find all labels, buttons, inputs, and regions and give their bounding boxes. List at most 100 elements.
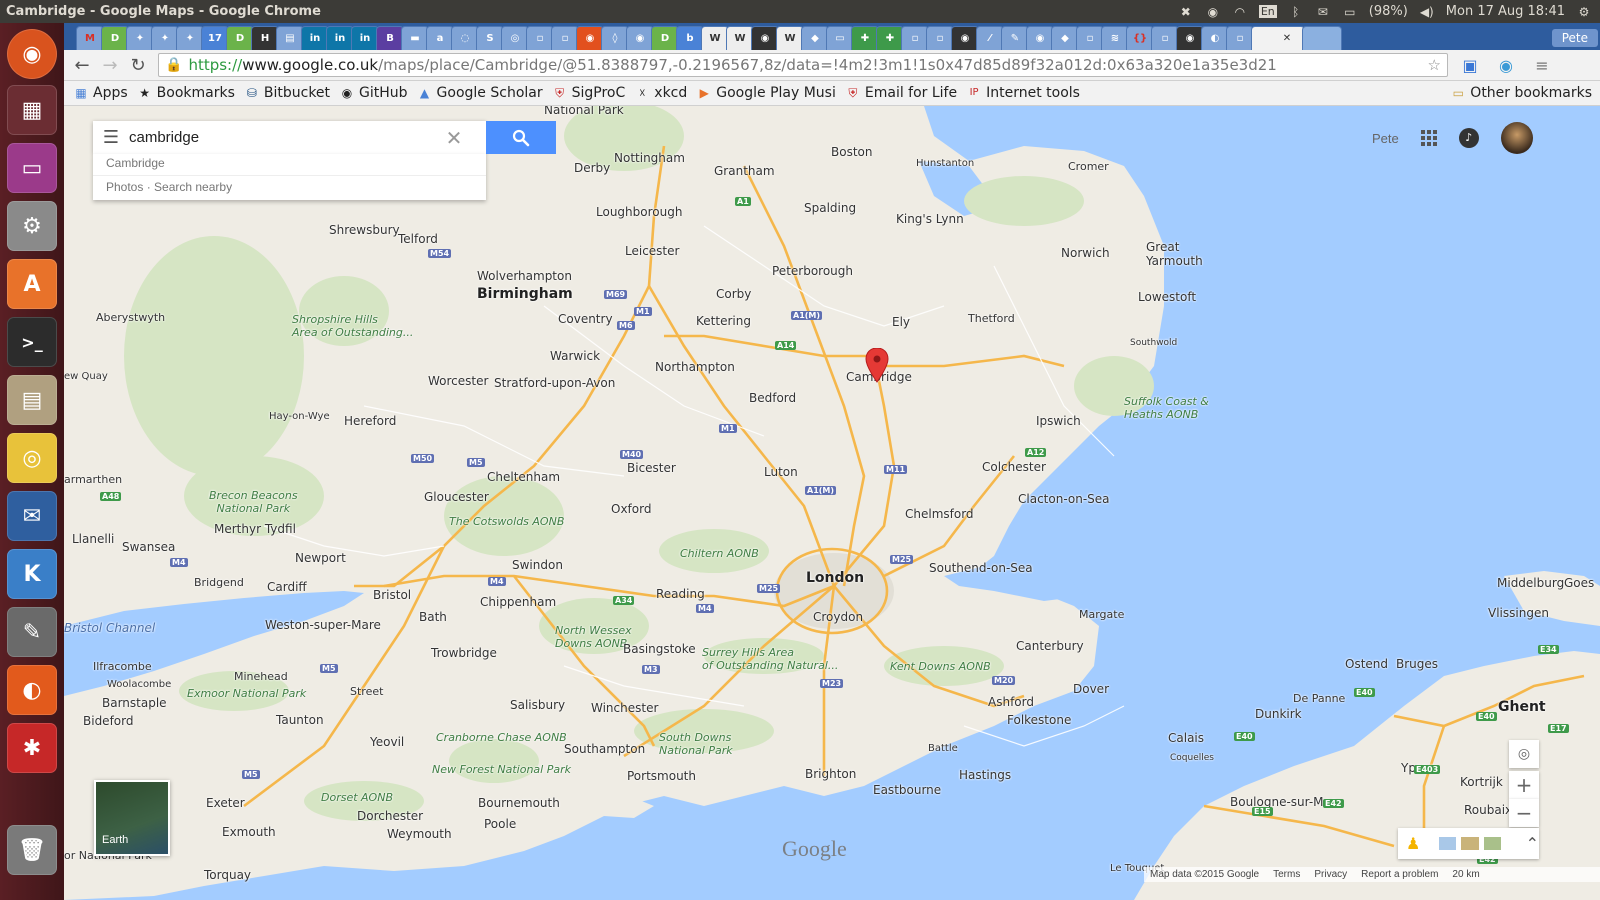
reload-icon[interactable]: ↻ (124, 51, 152, 79)
place-label[interactable]: King's Lynn (896, 212, 964, 226)
place-label[interactable]: Bideford (83, 714, 133, 728)
earth-view-toggle[interactable]: Earth (94, 780, 170, 856)
pinned-tab[interactable]: H (251, 26, 279, 50)
place-label[interactable]: Brighton (805, 767, 856, 781)
back-icon[interactable]: ← (68, 51, 96, 79)
place-label[interactable]: Loughborough (596, 205, 682, 219)
place-label[interactable]: Cranborne Chase AONB (436, 731, 567, 744)
thunderbird-icon[interactable]: ✉ (7, 491, 57, 541)
text-editor-icon[interactable]: ✎ (7, 607, 57, 657)
place-label[interactable]: Roubaix (1464, 803, 1512, 817)
place-label[interactable]: Winchester (591, 701, 658, 715)
place-label[interactable]: Ostend (1345, 657, 1388, 671)
place-label[interactable]: Warwick (550, 349, 600, 363)
place-label[interactable]: Weston-super-Mare (265, 618, 381, 632)
place-label[interactable]: North Wessex Downs AONB (555, 624, 632, 650)
place-label[interactable]: London (806, 570, 864, 586)
pinned-tab[interactable]: {} (1126, 26, 1154, 50)
place-label[interactable]: Cromer (1068, 160, 1109, 173)
place-label[interactable]: Birmingham (477, 286, 573, 302)
pinned-tab-amazon[interactable]: a (426, 26, 454, 50)
bookmark-bitbucket[interactable]: ⛁ Bitbucket (245, 85, 330, 101)
bookmark-folder[interactable]: ★ Bookmarks (138, 85, 235, 101)
pegman-icon[interactable]: ♟ (1406, 834, 1420, 853)
place-label[interactable]: Exmoor National Park (187, 687, 306, 700)
web-app-icon[interactable]: ✱ (7, 723, 57, 773)
place-label[interactable]: Chiltern AONB (680, 547, 759, 560)
place-label[interactable]: Southampton (564, 742, 645, 756)
bookmark-star-icon[interactable]: ☆ (1428, 56, 1441, 74)
place-label[interactable]: Lowestoft (1138, 290, 1196, 304)
address-bar[interactable]: 🔒 https:// www.google.co.uk /maps/place/… (158, 53, 1448, 77)
pinned-tab[interactable]: ▤ (276, 26, 304, 50)
place-label[interactable]: Leicester (625, 244, 679, 258)
pinned-tab[interactable]: B (376, 26, 404, 50)
system-settings-icon[interactable]: ⚙ (7, 201, 57, 251)
place-label[interactable]: Gloucester (424, 490, 489, 504)
pinned-tab[interactable]: ◐ (1201, 26, 1229, 50)
place-label[interactable]: Croydon (813, 610, 863, 624)
place-label[interactable]: Aberystwyth (96, 311, 165, 324)
place-label[interactable]: National Park (544, 106, 624, 117)
place-label[interactable]: Chippenham (480, 595, 556, 609)
pinned-tab[interactable]: D (651, 26, 679, 50)
pinned-tab[interactable]: ◉ (626, 26, 654, 50)
place-label[interactable]: Basingstoke (623, 642, 696, 656)
pinned-tab[interactable]: ▫ (526, 26, 554, 50)
other-bookmarks-folder[interactable]: ▭ Other bookmarks (1451, 85, 1592, 101)
place-label[interactable]: Woolacombe (107, 679, 171, 690)
place-label[interactable]: Brecon Beacons National Park (209, 489, 298, 515)
place-label[interactable]: Margate (1079, 608, 1124, 621)
place-label[interactable]: Oxford (611, 502, 651, 516)
place-label[interactable]: Dover (1073, 682, 1109, 696)
place-label[interactable]: Bicester (627, 461, 676, 475)
map-canvas[interactable]: National Park Nottingham Derby Grantham … (64, 106, 1600, 900)
place-label[interactable]: Ely (892, 315, 910, 329)
place-label[interactable]: The Cotswolds AONB (449, 515, 564, 528)
pinned-tab[interactable]: ◉ (576, 26, 604, 50)
place-label[interactable]: Derby (574, 161, 610, 175)
place-label[interactable]: Northampton (655, 360, 735, 374)
bookmark-github[interactable]: ◉ GitHub (340, 85, 408, 101)
extension-icon[interactable]: ▣ (1456, 53, 1484, 77)
files-icon[interactable]: ▭ (7, 143, 57, 193)
place-label[interactable]: Weymouth (387, 827, 452, 841)
volume-icon[interactable]: ◀) (1419, 5, 1435, 19)
mail-icon[interactable]: ✉ (1315, 5, 1331, 19)
place-label[interactable]: Worcester (428, 374, 488, 388)
place-label[interactable]: Salisbury (510, 698, 565, 712)
place-label[interactable]: Torquay (204, 868, 251, 882)
place-label[interactable]: Corby (716, 287, 751, 301)
bookmark-xkcd[interactable]: ☓ xkcd (635, 85, 687, 101)
place-label[interactable]: De Panne (1293, 692, 1345, 705)
hamburger-menu-icon[interactable]: ☰ (93, 127, 129, 148)
kde-app-icon[interactable]: K (7, 549, 57, 599)
battery-percent[interactable]: (98%) (1369, 4, 1408, 19)
place-label[interactable]: South Downs National Park (659, 731, 733, 757)
bookmark-internet-tools[interactable]: IP Internet tools (967, 85, 1080, 101)
account-name[interactable]: Pete (1372, 131, 1399, 146)
place-label[interactable]: Dorset AONB (321, 791, 393, 804)
pinned-tab-wikipedia[interactable]: W (726, 26, 754, 50)
place-label[interactable]: Dorchester (357, 809, 423, 823)
pinned-tab[interactable]: ✦ (151, 26, 179, 50)
chrome-icon[interactable]: ◎ (7, 433, 57, 483)
settings-gear-icon[interactable]: ⚙ (1576, 5, 1592, 19)
archive-manager-icon[interactable]: ▤ (7, 375, 57, 425)
pinned-tab-linkedin[interactable]: in (326, 26, 354, 50)
place-label[interactable]: Ipswich (1036, 414, 1081, 428)
report-problem-link[interactable]: Report a problem (1361, 869, 1438, 880)
place-label[interactable]: Taunton (276, 713, 324, 727)
terminal-icon[interactable]: >_ (7, 317, 57, 367)
bookmark-google-scholar[interactable]: ▲ Google Scholar (418, 85, 543, 101)
firefox-icon[interactable]: ◐ (7, 665, 57, 715)
place-label[interactable]: Coventry (558, 312, 613, 326)
place-label[interactable]: Kettering (696, 314, 751, 328)
place-label[interactable]: Street (350, 685, 383, 698)
place-label[interactable]: Exmouth (222, 825, 276, 839)
pinned-tab[interactable]: ▫ (1151, 26, 1179, 50)
imagery-thumbnail[interactable] (1439, 837, 1457, 850)
place-label[interactable]: Southwold (1130, 338, 1177, 348)
place-label[interactable]: Eastbourne (873, 783, 941, 797)
pinned-tab[interactable]: D (226, 26, 254, 50)
